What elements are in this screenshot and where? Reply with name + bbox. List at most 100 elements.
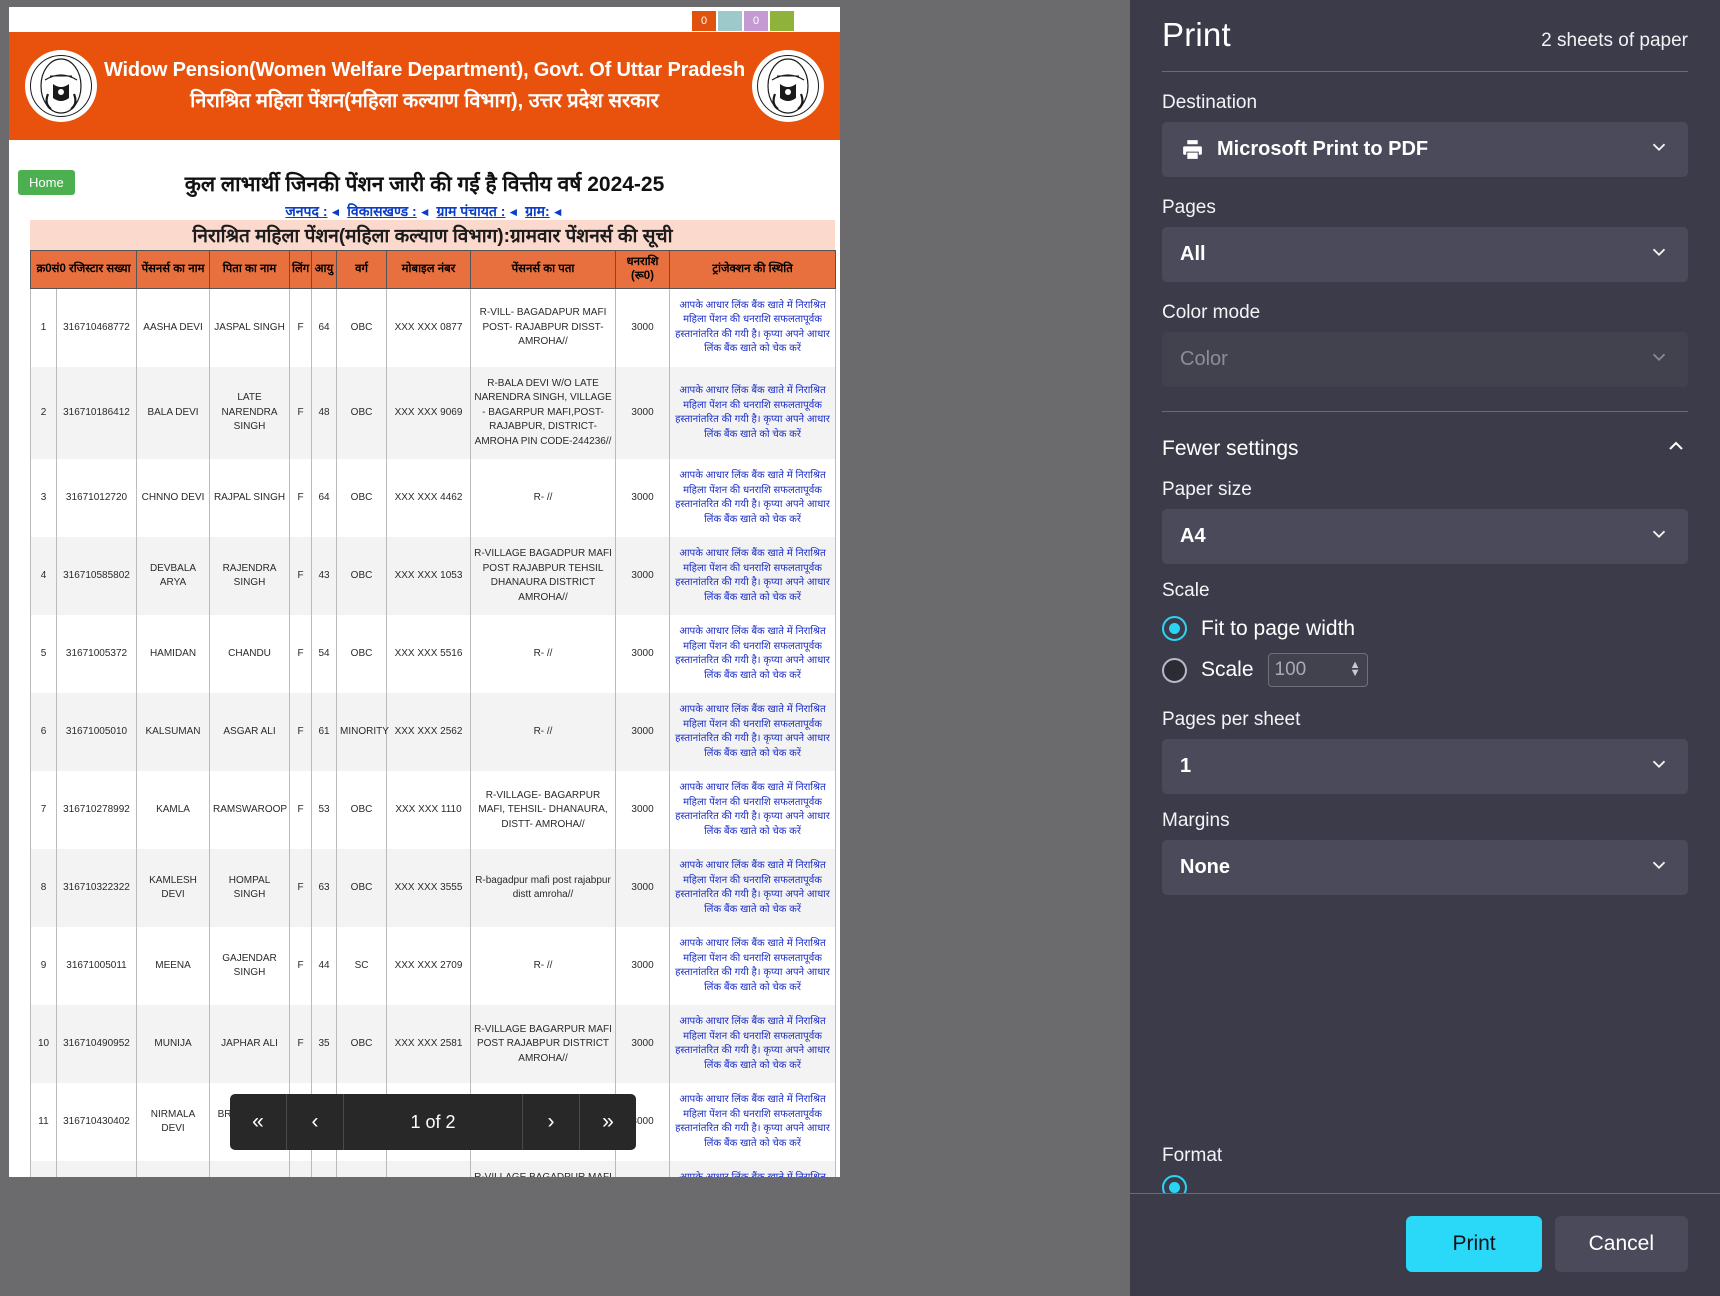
next-page-button[interactable]: ›	[522, 1094, 579, 1150]
cell-gender: F	[289, 1005, 313, 1084]
cell-register-no: 31671005010	[55, 693, 138, 772]
cell-transaction-status: आपके आधार लिंक बैंक खाते में निराश्रित म…	[669, 771, 837, 850]
scale-custom-option[interactable]: Scale 100 ▲ ▼	[1130, 647, 1720, 693]
scale-fit-to-page-width-option[interactable]: Fit to page width	[1130, 610, 1720, 647]
cell-transaction-status: आपके आधार लिंक बैंक खाते में निराश्रित म…	[669, 849, 837, 928]
cell-amount: 3000	[615, 366, 671, 460]
paper-size-select[interactable]: A4	[1162, 509, 1688, 564]
cell-amount: 3000	[615, 849, 671, 928]
col-header-address: पेंसनर्स का पता	[470, 250, 617, 289]
pages-per-sheet-select[interactable]: 1	[1162, 739, 1688, 794]
cancel-button[interactable]: Cancel	[1554, 1216, 1688, 1272]
cell-caste: OBC	[336, 615, 388, 694]
banner-title-hindi: निराश्रित महिला पेंशन(महिला कल्याण विभाग…	[190, 90, 659, 112]
table-row: 2 316710186412 BALA DEVI LATE NARENDRA SING…	[30, 366, 837, 460]
color-swatch-strip: 0 0	[692, 11, 794, 31]
destination-value: Microsoft Print to PDF	[1217, 138, 1429, 160]
fewer-settings-toggle[interactable]: Fewer settings	[1130, 412, 1720, 463]
cell-gender: F	[289, 1161, 313, 1177]
cell-gender: F	[289, 849, 313, 928]
format-label: Format	[1162, 1145, 1223, 1166]
cell-transaction-status: आपके आधार लिंक बैंक खाते में निराश्रित म…	[669, 693, 837, 772]
cell-father-name: RAMSWAROOP	[209, 771, 291, 850]
cell-amount: 3000	[615, 537, 671, 616]
cell-gender: F	[289, 366, 313, 460]
cell-register-no: 316710278992	[55, 771, 138, 850]
cell-transaction-status: आपके आधार लिंक बैंक खाते में निराश्रित म…	[669, 615, 837, 694]
cell-sno: 2	[30, 366, 57, 460]
table-header-row: क्र0सं0 रजिस्टार सख्या पेंसनर्स का नाम प…	[29, 250, 837, 289]
chevron-down-icon	[1648, 136, 1670, 164]
cell-mobile: XXX XXX 4549	[386, 1161, 472, 1177]
print-dialog-footer: Print Cancel	[1130, 1193, 1720, 1296]
cell-pensioner-name: PARMILA	[136, 1161, 211, 1177]
scale-label: Scale	[1162, 580, 1210, 601]
table-row: 12316710612672PARMILARAJPALF43OBCXXX XXX…	[30, 1161, 837, 1177]
print-button[interactable]: Print	[1406, 1216, 1542, 1272]
cell-register-no: 316710322322	[55, 849, 138, 928]
cell-address: R-BALA DEVI W/O LATE NARENDRA SINGH, VIL…	[470, 366, 617, 460]
cell-address: R-VILLAGE BAGARPUR MAFI POST RAJABPUR DI…	[470, 1005, 617, 1084]
cell-father-name: HOMPAL SINGH	[209, 849, 291, 928]
format-option-partial[interactable]	[1130, 1175, 1720, 1193]
filter-vikaskhand-arrow-icon[interactable]: ◄	[419, 205, 431, 219]
spinner-arrows-icon[interactable]: ▲ ▼	[1350, 660, 1361, 678]
cell-pensioner-name: AASHA DEVI	[136, 288, 211, 367]
cell-gender: F	[289, 459, 313, 538]
cell-transaction-status: आपके आधार लिंक बैंक खाते में निराश्रित म…	[669, 1083, 837, 1162]
radio-selected-icon	[1162, 616, 1187, 641]
prev-page-button[interactable]: ‹	[287, 1094, 344, 1150]
pagination-toolbar: « ‹ 1 of 2 › »	[230, 1094, 636, 1150]
chevron-down-icon	[1648, 346, 1670, 374]
filter-gram-arrow-icon[interactable]: ◄	[552, 205, 564, 219]
cell-register-no: 31671005372	[55, 615, 138, 694]
radio-unselected-icon	[1162, 657, 1187, 683]
page-indicator: 1 of 2	[410, 1111, 456, 1132]
col-header-pensioner-name: पेंसनर्स का नाम	[136, 250, 211, 289]
cell-mobile: XXX XXX 9069	[386, 366, 472, 460]
cell-gender: F	[289, 927, 313, 1006]
cell-pensioner-name: BALA DEVI	[136, 366, 211, 460]
cell-pensioner-name: MEENA	[136, 927, 211, 1006]
pages-value: All	[1180, 243, 1206, 265]
last-page-button[interactable]: »	[579, 1094, 636, 1150]
cell-mobile: XXX XXX 2581	[386, 1005, 472, 1084]
cell-amount: 3000	[615, 693, 671, 772]
col-header-age: आयु	[311, 250, 338, 289]
filter-gram-panchayat-arrow-icon[interactable]: ◄	[507, 205, 519, 219]
chevron-down-icon	[1648, 753, 1670, 781]
margins-select[interactable]: None	[1162, 840, 1688, 895]
filter-gram-panchayat-label[interactable]: ग्राम पंचायत :	[436, 203, 505, 219]
cell-pensioner-name: KAMLESH DEVI	[136, 849, 211, 928]
cell-caste: OBC	[336, 366, 388, 460]
cell-sno: 1	[30, 288, 57, 367]
list-title: निराश्रित महिला पेंशन(महिला कल्याण विभाग…	[192, 226, 673, 247]
cell-age: 43	[311, 537, 338, 616]
sheets-of-paper-count: 2 sheets of paper	[1541, 30, 1688, 51]
cell-father-name: LATE NARENDRA SINGH	[209, 366, 291, 460]
filter-gram-label[interactable]: ग्राम:	[525, 203, 550, 219]
cell-register-no: 31671012720	[55, 459, 138, 538]
filter-vikaskhand-label[interactable]: विकासखण्ड :	[347, 203, 416, 219]
pages-select[interactable]: All	[1162, 227, 1688, 282]
up-government-emblem-left	[25, 50, 97, 122]
filter-janpad-label[interactable]: जनपद :	[285, 203, 327, 219]
cell-register-no: 316710468772	[55, 288, 138, 367]
first-page-button[interactable]: «	[230, 1094, 287, 1150]
scale-value-input[interactable]: 100 ▲ ▼	[1267, 653, 1368, 687]
cell-transaction-status: आपके आधार लिंक बैंक खाते में निराश्रित म…	[669, 927, 837, 1006]
banner-title-group: Widow Pension(Women Welfare Department),…	[97, 55, 752, 117]
cell-address: R- //	[470, 927, 617, 1006]
print-settings-scroll: Print 2 sheets of paper Destination Micr…	[1130, 0, 1720, 1193]
cell-transaction-status: आपके आधार लिंक बैंक खाते में निराश्रित म…	[669, 1161, 837, 1177]
emblem-artwork	[767, 58, 809, 114]
pensioners-table: क्र0सं0 रजिस्टार सख्या पेंसनर्स का नाम प…	[29, 250, 837, 1177]
destination-select[interactable]: Microsoft Print to PDF	[1162, 122, 1688, 177]
filter-janpad-arrow-icon[interactable]: ◄	[330, 205, 342, 219]
screen: 0 0 Widow Pension(Women Welfare Departme…	[0, 0, 1720, 1296]
cell-mobile: XXX XXX 1053	[386, 537, 472, 616]
format-section-clipped: Format	[1130, 1145, 1720, 1193]
table-row: 10 316710490952 MUNIJA JAPHAR ALI F 35 OBC XXX …	[30, 1005, 837, 1084]
cell-pensioner-name: MUNIJA	[136, 1005, 211, 1084]
cell-father-name: RAJENDRA SINGH	[209, 537, 291, 616]
